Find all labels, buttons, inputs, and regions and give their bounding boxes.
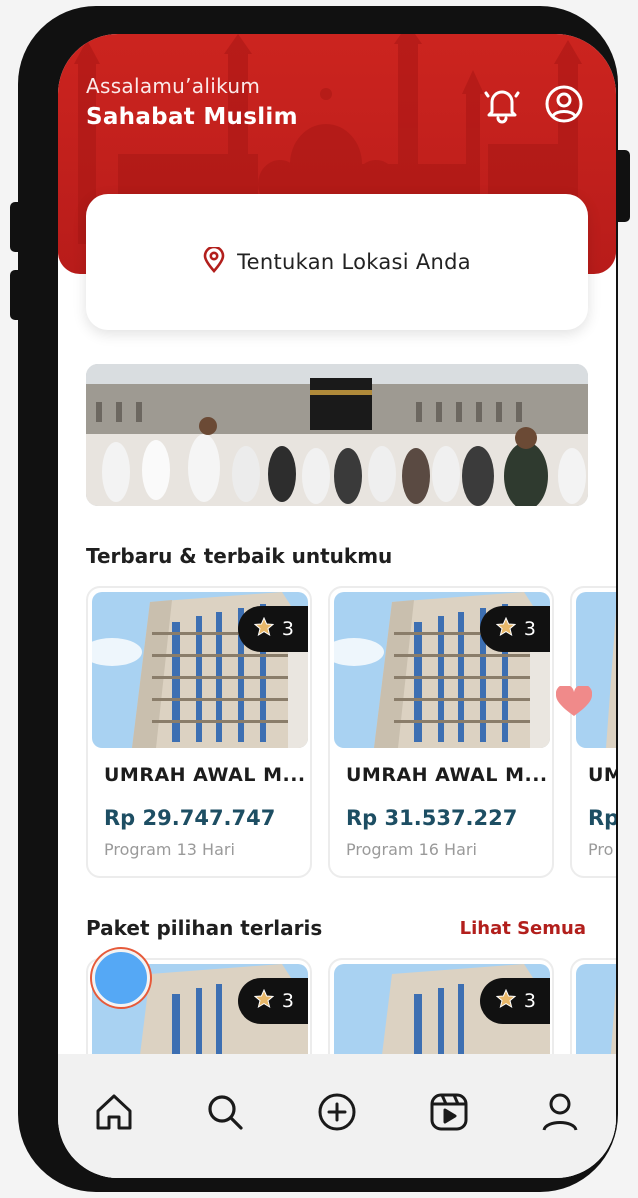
star-icon [495, 616, 517, 642]
rating-value: 3 [523, 618, 536, 640]
user-name: Sahabat Muslim [86, 104, 298, 130]
app-screen: Assalamu’alikum Sahabat Muslim Tentukan … [58, 34, 616, 1178]
package-price: Rp [588, 806, 616, 830]
package-card[interactable]: 3 UMRAH AWAL M... Rp 31.537.227 Program … [328, 586, 554, 878]
promo-banner-image[interactable] [86, 364, 588, 506]
greeting-text: Assalamu’alikum [86, 74, 261, 98]
package-card-partial[interactable]: UM Rp Pro [570, 586, 616, 878]
star-icon [495, 988, 517, 1014]
star-icon [253, 988, 275, 1014]
package-price: Rp 31.537.227 [346, 806, 518, 830]
rating-badge: 3 [479, 606, 550, 652]
see-all-link[interactable]: Lihat Semua [460, 918, 586, 939]
package-title: UM [588, 764, 616, 786]
popular-section-title: Paket pilihan terlaris [86, 916, 323, 940]
phone-frame: Assalamu’alikum Sahabat Muslim Tentukan … [18, 6, 618, 1192]
package-duration: Program 16 Hari [346, 840, 477, 859]
rating-badge: 3 [237, 606, 308, 652]
package-title: UMRAH AWAL M... [346, 764, 548, 786]
rating-value: 3 [523, 990, 536, 1012]
search-icon[interactable] [201, 1088, 249, 1136]
map-pin-icon [203, 245, 225, 277]
bottom-navigation [58, 1054, 616, 1178]
package-duration: Pro [588, 840, 614, 859]
user-circle-icon[interactable] [544, 84, 584, 124]
home-icon[interactable] [90, 1088, 138, 1136]
user-icon[interactable] [536, 1088, 584, 1136]
location-label: Tentukan Lokasi Anda [237, 250, 471, 274]
rating-value: 3 [281, 618, 294, 640]
star-icon [253, 616, 275, 642]
location-selector[interactable]: Tentukan Lokasi Anda [86, 194, 588, 330]
heart-icon[interactable] [555, 684, 593, 722]
package-price: Rp 29.747.747 [104, 806, 276, 830]
rating-value: 3 [281, 990, 294, 1012]
package-title: UMRAH AWAL M... [104, 764, 306, 786]
bell-icon[interactable] [482, 84, 522, 124]
package-card[interactable]: 3 UMRAH AWAL M... Rp 29.747.747 Program … [86, 586, 312, 878]
latest-section-title: Terbaru & terbaik untukmu [86, 544, 393, 568]
rating-badge: 3 [479, 978, 550, 1024]
hotel-image [576, 592, 616, 748]
add-circle-icon[interactable] [313, 1088, 361, 1136]
rating-badge: 3 [237, 978, 308, 1024]
play-reel-icon[interactable] [425, 1088, 473, 1136]
package-duration: Program 13 Hari [104, 840, 235, 859]
floating-action-button[interactable] [92, 949, 150, 1007]
